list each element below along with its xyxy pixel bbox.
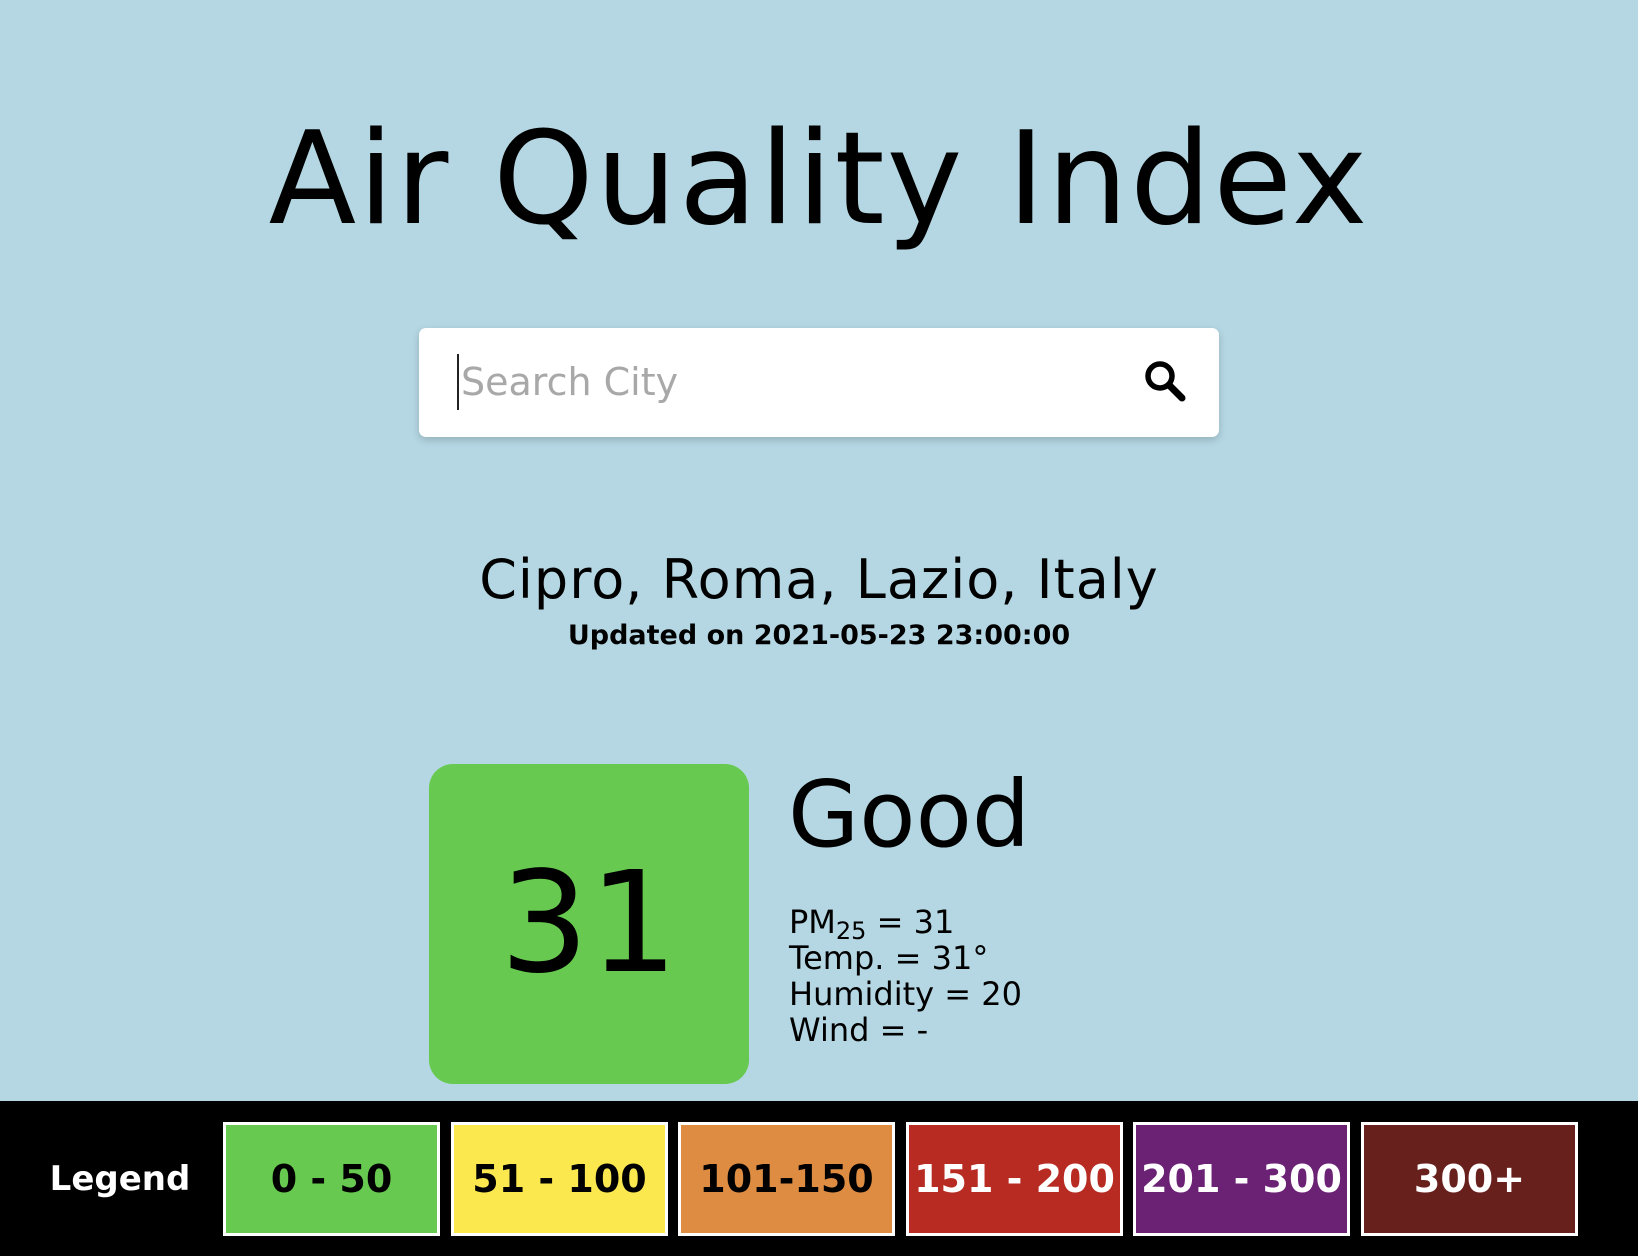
humidity-reading: Humidity = 20 — [789, 975, 1022, 1013]
legend-label: Legend — [49, 1158, 191, 1199]
pm-value: = 31 — [866, 903, 955, 941]
pm-label: PM — [789, 903, 836, 941]
legend-item-very-unhealthy: 201 - 300 — [1133, 1122, 1350, 1236]
legend-item-unhealthy-sensitive: 101-150 — [678, 1122, 895, 1236]
temperature-reading: Temp. = 31° — [789, 939, 989, 977]
search-input[interactable] — [457, 354, 1101, 410]
aqi-value: 31 — [499, 842, 679, 1005]
location-name: Cipro, Roma, Lazio, Italy — [479, 548, 1159, 611]
legend-item-good: 0 - 50 — [223, 1122, 440, 1236]
legend-item-moderate: 51 - 100 — [451, 1122, 668, 1236]
aqi-value-box: 31 — [429, 764, 749, 1084]
search-icon[interactable] — [1141, 357, 1189, 405]
search-box — [419, 328, 1219, 437]
updated-timestamp: Updated on 2021-05-23 23:00:00 — [567, 620, 1071, 651]
aqi-status: Good — [788, 761, 1031, 868]
wind-reading: Wind = - — [789, 1011, 929, 1049]
pm25-reading: PM25 = 31 — [789, 903, 1022, 943]
page-title: Air Quality Index — [268, 105, 1370, 254]
aqi-details: PM25 = 31 Temp. = 31° Humidity = 20 Wind… — [789, 904, 1022, 1048]
legend-item-hazardous: 300+ — [1361, 1122, 1578, 1236]
legend-item-unhealthy: 151 - 200 — [906, 1122, 1123, 1236]
